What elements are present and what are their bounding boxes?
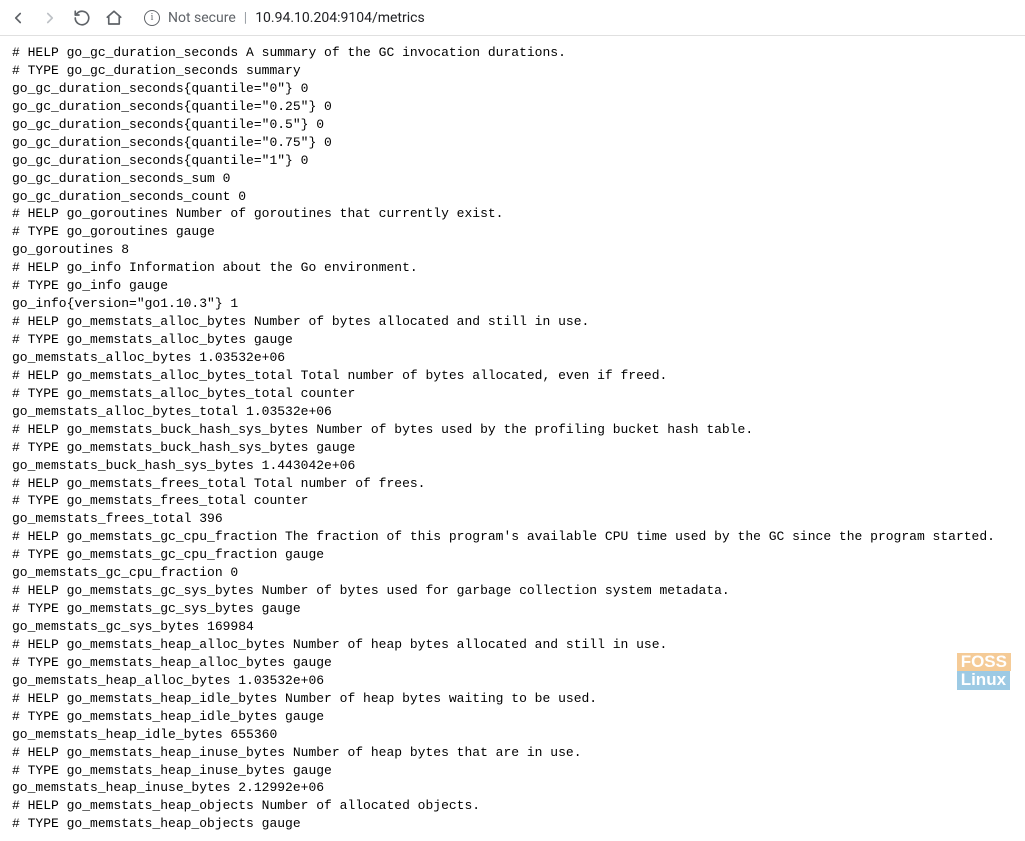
site-info-icon[interactable]: i: [144, 10, 160, 26]
back-button[interactable]: [8, 8, 28, 28]
url-text: 10.94.10.204:9104/metrics: [255, 10, 425, 26]
watermark-line2: Linux: [957, 671, 1010, 690]
security-status: Not secure: [168, 10, 236, 26]
watermark: FOSS Linux: [957, 653, 1011, 690]
browser-toolbar: i Not secure | 10.94.10.204:9104/metrics: [0, 0, 1025, 36]
address-divider: |: [244, 10, 247, 26]
watermark-line1: FOSS: [957, 653, 1011, 672]
forward-button[interactable]: [40, 8, 60, 28]
home-button[interactable]: [104, 8, 124, 28]
metrics-content: # HELP go_gc_duration_seconds A summary …: [0, 36, 1025, 841]
reload-button[interactable]: [72, 8, 92, 28]
address-bar[interactable]: i Not secure | 10.94.10.204:9104/metrics: [136, 10, 1017, 26]
